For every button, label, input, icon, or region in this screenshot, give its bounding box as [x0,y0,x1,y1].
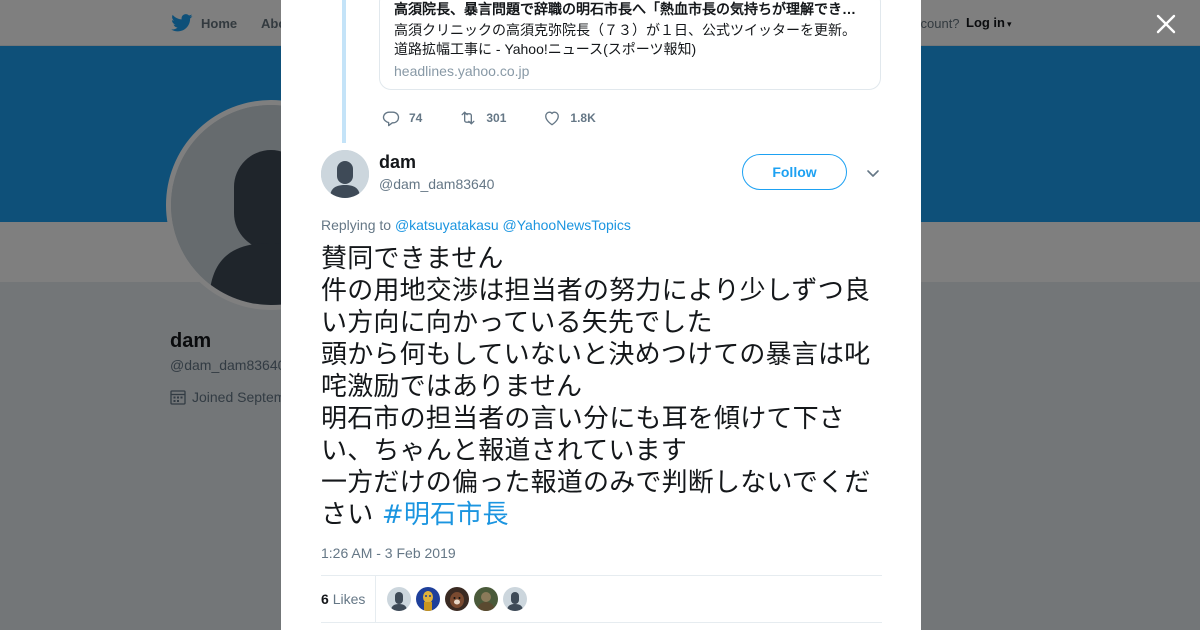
parent-tweet-actions: 74 301 1.8K [381,108,632,128]
character-avatar-icon [416,587,440,611]
like-count: 1.8K [570,111,596,125]
follow-button[interactable]: Follow [742,154,847,190]
retweet-icon [461,111,475,125]
tweet-body: 賛同できません 件の用地交渉は担当者の努力により少しずつ良い方向に向かっている矢… [321,244,871,530]
tweet-stats: 6 Likes [321,575,882,623]
author-handle[interactable]: @dam_dam83640 [379,176,494,192]
reply-mention-link[interactable]: @katsuyatakasu [395,217,499,233]
likes-stat[interactable]: 6 Likes [321,591,365,607]
heart-icon [545,111,560,126]
tweet-text: 賛同できません 件の用地交渉は担当者の努力により少しずつ良い方向に向かっている矢… [321,243,881,531]
dog-avatar-icon [445,587,469,611]
liker-avatar[interactable] [503,587,527,611]
liker-avatar[interactable] [416,587,440,611]
replying-prefix: Replying to [321,217,392,233]
likers-avatars [387,587,527,611]
tweet-timestamp[interactable]: 1:26 AM - 3 Feb 2019 [321,545,456,561]
default-avatar-icon [321,150,369,198]
liker-avatar[interactable] [387,587,411,611]
stats-divider [375,576,376,622]
tweet-modal: 高須院長、暴言問題で辞職の明石市長へ「熱血市長の気持ちが理解でき… 高須クリニッ… [281,0,921,630]
likes-count: 6 [321,591,329,607]
replying-to: Replying to @katsuyatakasu @YahooNewsTop… [321,217,631,233]
close-icon[interactable] [1152,10,1180,38]
card-description: 高須クリニックの高須克弥院長（７３）が１日、公式ツイッターを更新。道路拡幅工事に… [394,22,856,57]
reply-icon [382,111,400,127]
thread-connector [342,0,346,143]
photo-avatar-icon [474,587,498,611]
default-avatar-icon [387,587,411,611]
card-domain: headlines.yahoo.co.jp [394,63,530,79]
author-avatar[interactable] [321,150,369,198]
hashtag-link[interactable]: #明石市長 [382,500,509,530]
liker-avatar[interactable] [474,587,498,611]
link-preview-card[interactable]: 高須院長、暴言問題で辞職の明石市長へ「熱血市長の気持ちが理解でき… 高須クリニッ… [379,0,881,90]
reply-count: 74 [409,111,423,125]
author-name[interactable]: dam [379,152,416,173]
likes-label: Likes [332,591,366,607]
reply-button[interactable]: 74 [381,108,422,128]
card-title: 高須院長、暴言問題で辞職の明石市長へ「熱血市長の気持ちが理解でき… [394,1,856,17]
retweet-count: 301 [486,111,507,125]
default-avatar-icon [503,587,527,611]
reply-mention-link[interactable]: @YahooNewsTopics [503,217,631,233]
chevron-down-icon[interactable] [865,165,881,181]
like-button[interactable]: 1.8K [542,108,596,128]
liker-avatar[interactable] [445,587,469,611]
retweet-button[interactable]: 301 [458,108,506,128]
